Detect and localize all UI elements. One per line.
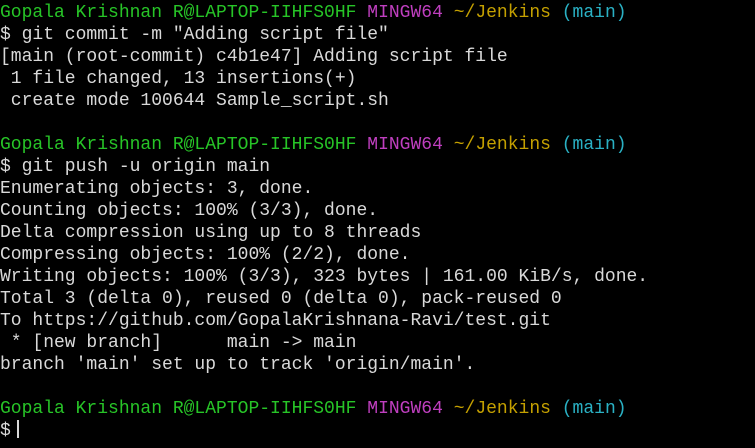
prompt-line: Gopala Krishnan R@LAPTOP-IIHFS0HF MINGW6… [0, 2, 755, 24]
prompt-shell: MINGW64 [367, 399, 443, 419]
output-line: Enumerating objects: 3, done. [0, 179, 314, 199]
output-line: * [new branch] main -> main [0, 333, 357, 353]
text-cursor [16, 420, 19, 438]
prompt-user-host: Gopala Krishnan R@LAPTOP-IIHFS0HF [0, 135, 357, 155]
output-line: Counting objects: 100% (3/3), done. [0, 201, 379, 221]
output-line: Writing objects: 100% (3/3), 323 bytes |… [0, 267, 649, 287]
prompt-branch: (main) [561, 3, 627, 23]
output-line: [main (root-commit) c4b1e47] Adding scri… [0, 47, 508, 67]
output-line: Compressing objects: 100% (2/2), done. [0, 245, 411, 265]
prompt-line: Gopala Krishnan R@LAPTOP-IIHFS0HF MINGW6… [0, 134, 755, 156]
prompt-branch: (main) [561, 135, 627, 155]
prompt-shell: MINGW64 [367, 3, 443, 23]
output-line: 1 file changed, 13 insertions(+) [0, 69, 357, 89]
prompt-user-host: Gopala Krishnan R@LAPTOP-IIHFS0HF [0, 399, 357, 419]
prompt-path: ~/Jenkins [453, 399, 551, 419]
command-line: $ git push -u origin main [0, 157, 271, 177]
output-line: Delta compression using up to 8 threads [0, 223, 422, 243]
output-line: Total 3 (delta 0), reused 0 (delta 0), p… [0, 289, 562, 309]
prompt-path: ~/Jenkins [453, 135, 551, 155]
prompt-user-host: Gopala Krishnan R@LAPTOP-IIHFS0HF [0, 3, 357, 23]
active-command-input[interactable]: $ [0, 420, 755, 442]
prompt-line: Gopala Krishnan R@LAPTOP-IIHFS0HF MINGW6… [0, 398, 755, 420]
output-line: To https://github.com/GopalaKrishnana-Ra… [0, 311, 551, 331]
output-line: create mode 100644 Sample_script.sh [0, 91, 389, 111]
prompt-shell: MINGW64 [367, 135, 443, 155]
command-line: $ git commit -m "Adding script file" [0, 25, 389, 45]
prompt-branch: (main) [561, 399, 627, 419]
output-line: branch 'main' set up to track 'origin/ma… [0, 355, 476, 375]
prompt-symbol: $ [0, 421, 11, 441]
terminal-window[interactable]: Gopala Krishnan R@LAPTOP-IIHFS0HF MINGW6… [0, 0, 755, 448]
prompt-path: ~/Jenkins [453, 3, 551, 23]
